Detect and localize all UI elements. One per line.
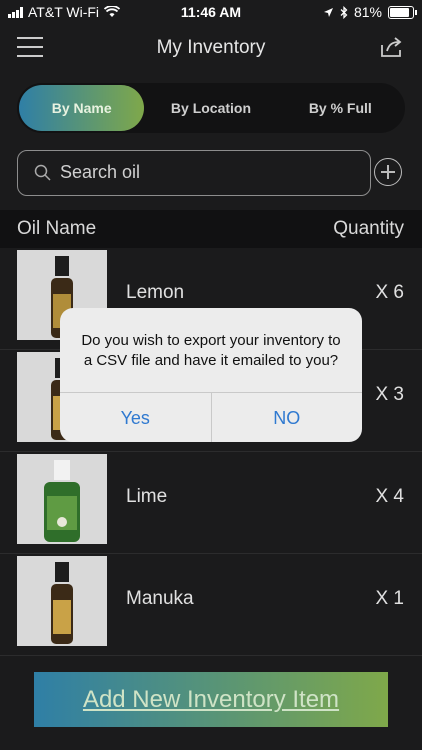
yes-button[interactable]: Yes xyxy=(60,393,212,442)
oil-name: Lemon xyxy=(126,282,185,303)
tab-by-name[interactable]: By Name xyxy=(19,85,145,131)
oil-quantity: X 3 xyxy=(375,384,404,405)
battery-icon xyxy=(388,5,417,19)
nav-bar: My Inventory xyxy=(0,24,422,72)
search-placeholder: Search oil xyxy=(60,162,141,182)
sort-segmented-control: By Name By Location By % Full xyxy=(17,83,405,133)
oil-name: Manuka xyxy=(126,588,194,609)
share-icon[interactable] xyxy=(380,36,404,58)
export-alert-dialog: Do you wish to export your inventory to … xyxy=(60,308,362,442)
status-bar: AT&T Wi-Fi 11:46 AM 81% xyxy=(0,0,422,24)
location-arrow-icon xyxy=(323,7,333,17)
oil-thumbnail xyxy=(17,556,107,646)
oil-thumbnail xyxy=(17,454,107,544)
column-header: Oil Name Quantity xyxy=(0,210,422,248)
tab-by-percent-full[interactable]: By % Full xyxy=(278,85,403,131)
alert-buttons: Yes NO xyxy=(60,392,362,442)
search-icon xyxy=(34,164,51,181)
add-oil-icon[interactable] xyxy=(374,158,402,186)
status-right: 81% xyxy=(323,4,417,20)
no-button[interactable]: NO xyxy=(212,393,363,442)
tab-by-location[interactable]: By Location xyxy=(148,85,273,131)
list-item[interactable]: Manuka X 1 xyxy=(0,554,422,656)
alert-message-line-2: a CSV file and have it emailed to you? xyxy=(83,352,339,369)
oil-quantity: X 1 xyxy=(375,588,404,609)
add-new-inventory-button[interactable]: Add New Inventory Item xyxy=(34,672,388,727)
bluetooth-icon xyxy=(340,5,348,19)
column-quantity: Quantity xyxy=(333,218,404,239)
alert-message-line-1: Do you wish to export your inventory to xyxy=(81,332,341,349)
alert-message: Do you wish to export your inventory to … xyxy=(60,331,362,371)
oil-bottle-image xyxy=(44,460,80,542)
oil-name: Lime xyxy=(126,486,168,507)
search-input[interactable]: Search oil xyxy=(17,150,371,196)
oil-bottle-image xyxy=(51,562,73,644)
oil-quantity: X 6 xyxy=(375,282,404,303)
page-title: My Inventory xyxy=(156,37,266,58)
list-item[interactable]: Lime X 4 xyxy=(0,452,422,554)
column-oil-name: Oil Name xyxy=(17,218,97,239)
oil-quantity: X 4 xyxy=(375,486,404,507)
battery-percent: 81% xyxy=(353,4,382,20)
